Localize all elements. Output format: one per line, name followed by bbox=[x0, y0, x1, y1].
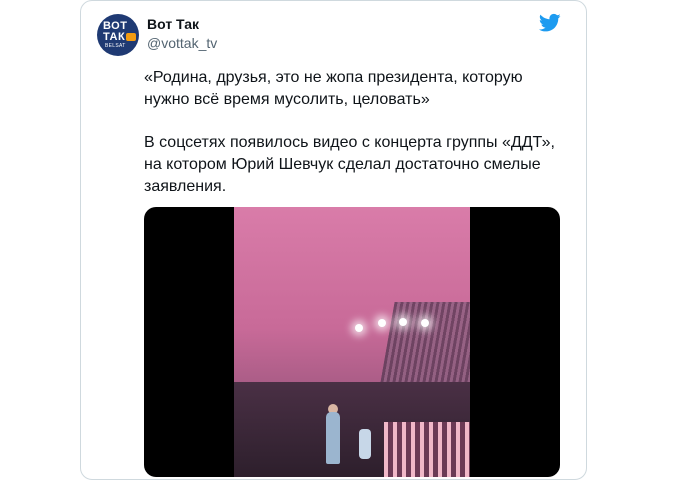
singer-figure bbox=[326, 412, 340, 464]
crowd bbox=[384, 422, 470, 477]
stage-light bbox=[421, 319, 429, 327]
stage-light bbox=[399, 318, 407, 326]
video-frame bbox=[234, 207, 470, 477]
avatar-badge bbox=[126, 33, 136, 41]
twitter-bird-icon[interactable] bbox=[539, 13, 561, 33]
tweet-card[interactable]: ВОТ ТАК BELSAT Вот Так @vottak_tv «Родин… bbox=[80, 0, 587, 480]
tweet-body-text: В соцсетях появилось видео с концерта гр… bbox=[144, 134, 555, 195]
stage-light bbox=[378, 319, 386, 327]
author-avatar[interactable]: ВОТ ТАК BELSAT bbox=[97, 14, 139, 56]
tweet-quote-text: «Родина, друзья, это не жопа президента,… bbox=[144, 69, 523, 108]
avatar-text-line3: BELSAT bbox=[105, 43, 126, 49]
author-handle[interactable]: @vottak_tv bbox=[147, 35, 217, 51]
stage-light bbox=[355, 324, 363, 332]
tweet-video[interactable] bbox=[144, 207, 560, 477]
musician-figure bbox=[359, 429, 371, 459]
avatar-text-line2: ТАК bbox=[103, 31, 126, 43]
author-name[interactable]: Вот Так bbox=[147, 16, 199, 32]
